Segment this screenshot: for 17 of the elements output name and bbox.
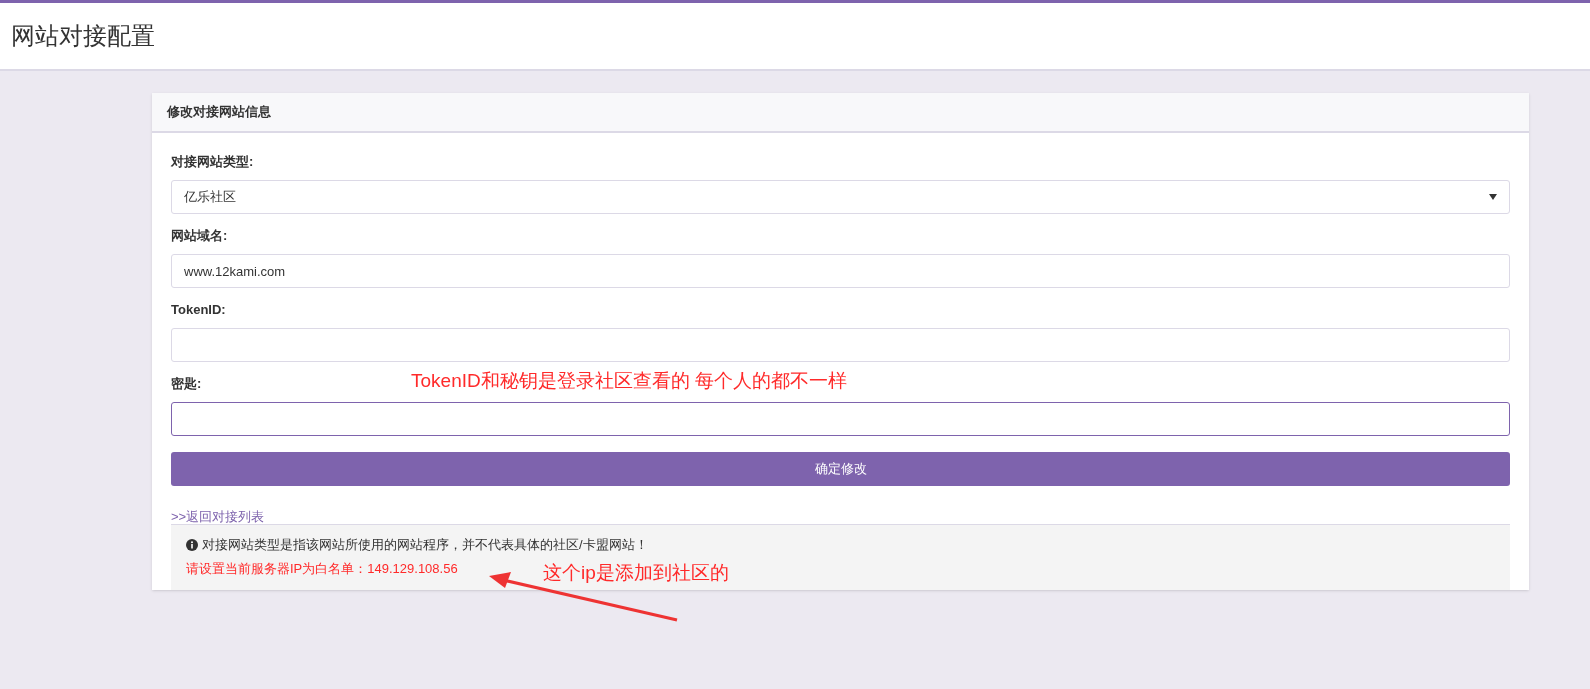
annotation-text: 这个ip是添加到社区的 [543,561,729,585]
annotation-text: TokenID和秘钥是登录社区查看的 每个人的都不一样 [411,369,847,393]
submit-button[interactable]: 确定修改 [171,452,1510,486]
input-field[interactable] [171,402,1510,436]
field-label: 密匙: [171,375,202,393]
page-title: 网站对接配置 [11,21,155,51]
card-title: 修改对接网站信息 [167,103,271,122]
info-note: 对接网站类型是指该网站所使用的网站程序，并不代表具体的社区/卡盟网站！ [202,536,648,554]
field-label: TokenID: [171,301,226,319]
back-link[interactable]: >>返回对接列表 [171,509,265,524]
field-label: 对接网站类型: [171,153,254,171]
input-field[interactable]: www.12kami.com [171,254,1510,288]
field-label: 网站域名: [171,227,228,245]
select-field[interactable]: 亿乐社区 [171,180,1510,214]
info-icon [186,538,198,551]
whitelist-warning: 请设置当前服务器IP为白名单：149.129.108.56 [186,559,458,578]
caret-icon [1489,194,1497,200]
